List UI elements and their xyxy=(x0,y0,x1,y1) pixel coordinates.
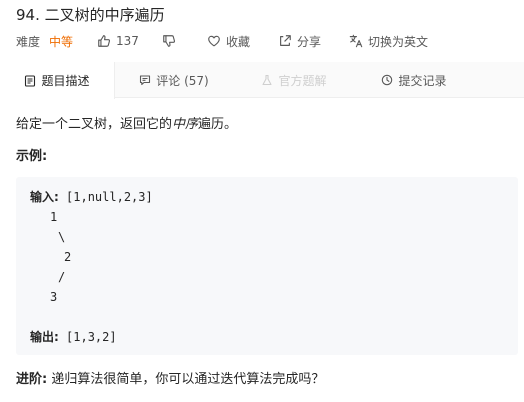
follow-up-text: 递归算法很简单，你可以通过迭代算法完成吗？ xyxy=(47,372,325,387)
problem-meta-bar: 难度 中等 137 收藏 分享 切换为英文 xyxy=(16,32,428,50)
tab-description[interactable]: 题目描述 xyxy=(0,62,115,99)
problem-description: 给定一个二叉树，返回它的中序遍历。 xyxy=(16,116,237,134)
follow-up-label: 进阶: xyxy=(16,372,48,387)
tab-official-solution: 官方题解 xyxy=(233,62,355,98)
share-button[interactable]: 分享 xyxy=(278,33,321,50)
tree-node-right-child: 2 xyxy=(64,250,72,264)
problem-page: 94. 二叉树的中序遍历 难度 中等 137 收藏 分享 切换为英文 题目描述 … xyxy=(0,0,524,402)
example-heading: 示例: xyxy=(16,149,48,164)
tree-node-leaf: 3 xyxy=(50,290,58,304)
like-button[interactable]: 137 xyxy=(97,34,139,48)
tab-comments-label: 评论 (57) xyxy=(156,73,209,88)
thumbs-up-icon xyxy=(97,34,111,48)
share-label: 分享 xyxy=(296,34,321,49)
like-count: 137 xyxy=(116,34,139,48)
share-icon xyxy=(278,34,292,48)
tab-comments[interactable]: 评论 (57) xyxy=(115,62,233,98)
example-output-value: [1,3,2] xyxy=(58,330,117,344)
favorite-button[interactable]: 收藏 xyxy=(207,33,250,50)
switch-language-button[interactable]: 切换为英文 xyxy=(349,33,428,50)
description-emphasis: 中序 xyxy=(172,117,199,132)
example-input-line: 输入: [1,null,2,3] xyxy=(30,189,153,205)
example-input-label: 输入: xyxy=(30,190,59,204)
problem-title: 94. 二叉树的中序遍历 xyxy=(16,6,165,24)
example-output-line: 输出: [1,3,2] xyxy=(30,329,117,345)
problem-tabs: 题目描述 评论 (57) 官方题解 提交记录 xyxy=(0,62,524,99)
tab-official-solution-label: 官方题解 xyxy=(278,73,327,88)
tree-edge-left: / xyxy=(58,270,66,284)
tree-node-root: 1 xyxy=(50,210,58,224)
document-icon xyxy=(24,74,36,87)
tab-submissions-label: 提交记录 xyxy=(398,73,447,88)
heart-icon xyxy=(207,34,221,48)
example-code-block: 输入: [1,null,2,3] 1 \ 2 / 3 输出: [1,3,2] xyxy=(16,177,518,355)
description-suffix: 遍历。 xyxy=(198,117,238,132)
switch-language-label: 切换为英文 xyxy=(367,34,428,49)
tab-description-label: 题目描述 xyxy=(41,74,90,88)
flask-icon xyxy=(261,74,273,86)
follow-up-note: 进阶: 递归算法很简单，你可以通过迭代算法完成吗？ xyxy=(16,371,324,389)
comment-icon xyxy=(139,74,151,86)
dislike-button[interactable] xyxy=(162,34,181,48)
clock-icon xyxy=(381,74,393,86)
example-output-label: 输出: xyxy=(30,330,59,344)
translate-icon xyxy=(349,34,363,48)
example-input-value: [1,null,2,3] xyxy=(58,190,153,204)
thumbs-down-icon xyxy=(162,34,176,48)
tab-submissions[interactable]: 提交记录 xyxy=(355,62,473,98)
description-text: 给定一个二叉树，返回它的 xyxy=(16,117,173,132)
difficulty-value: 中等 xyxy=(49,34,74,49)
favorite-label: 收藏 xyxy=(225,34,250,49)
tree-edge-right: \ xyxy=(58,230,66,244)
difficulty-label: 难度 xyxy=(16,34,41,49)
